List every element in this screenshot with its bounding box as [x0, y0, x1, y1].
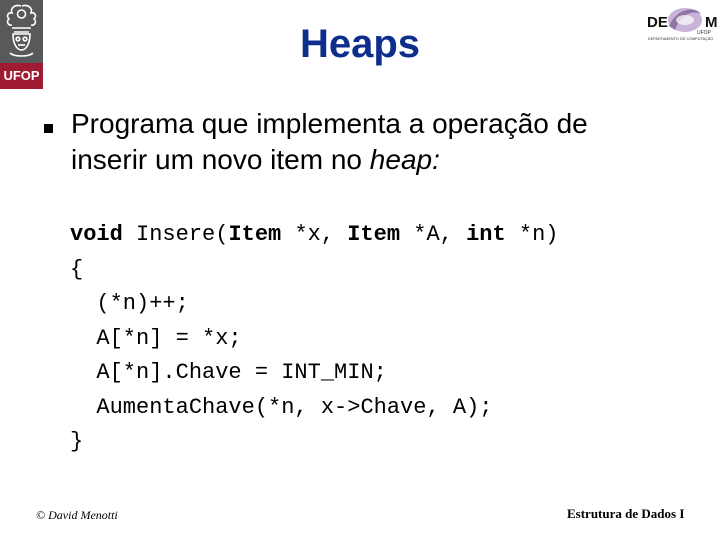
code-line: { [70, 256, 84, 282]
code-line-signature: void Insere(Item *x, Item *A, int *n) [70, 218, 559, 253]
code-text: *x, [281, 222, 348, 247]
bullet-text-italic: heap: [369, 144, 440, 175]
footer-author: © David Menotti [36, 508, 118, 522]
code-text: *n) [505, 222, 559, 247]
code-keyword: int [466, 222, 506, 247]
footer-course: Estrutura de Dados I [567, 506, 685, 521]
code-keyword: Item [228, 222, 282, 247]
bullet-square-icon [44, 124, 53, 133]
code-line: A[*n].Chave = INT_MIN; [70, 360, 387, 385]
code-keyword: Item [347, 222, 401, 247]
code-text: Insere( [122, 222, 229, 247]
bullet-text-main: Programa que implementa a operação de in… [71, 108, 588, 175]
code-line: } [70, 429, 84, 454]
code-line: AumentaChave(*n, x->Chave, A); [70, 394, 493, 420]
code-block: void Insere(Item *x, Item *A, int *n){ (… [70, 218, 559, 460]
code-line: (*n)++; [70, 291, 189, 316]
code-text: *A, [400, 222, 467, 247]
code-keyword: void [70, 222, 123, 247]
bullet-text: Programa que implementa a operação de in… [71, 106, 671, 178]
code-line: A[*n] = *x; [70, 325, 242, 351]
slide-title: Heaps [299, 22, 421, 66]
